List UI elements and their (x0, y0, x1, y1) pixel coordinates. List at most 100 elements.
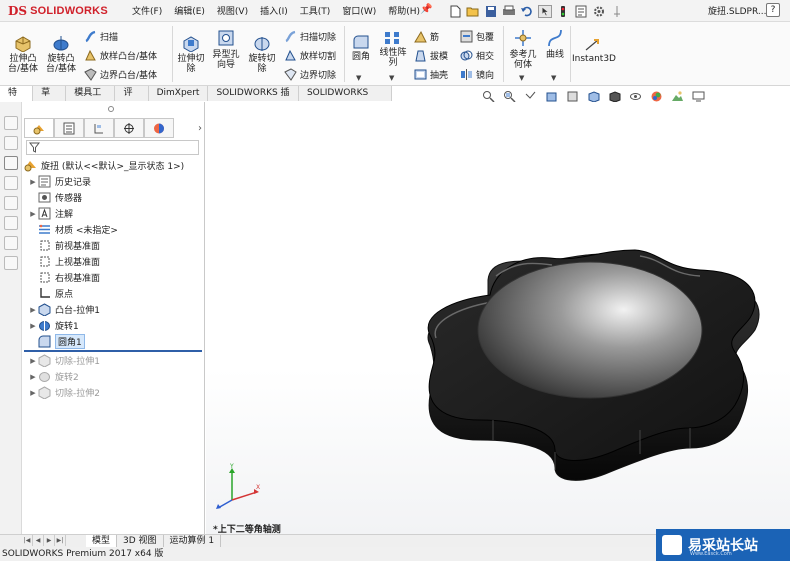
tree-item-boss-extrude1[interactable]: ▶ 凸台-拉伸1 (28, 302, 100, 317)
tree-item-top-plane[interactable]: 上视基准面 (28, 254, 100, 269)
menu-tools[interactable]: 工具(T) (300, 4, 331, 17)
menu-insert[interactable]: 插入(I) (260, 4, 288, 17)
rollback-bar[interactable] (24, 350, 202, 352)
tree-item-material[interactable]: 材质 <未指定> (28, 222, 118, 237)
boundary-cut-button[interactable]: 边界切除 (284, 68, 336, 81)
geometric-tolerance-icon[interactable] (4, 256, 18, 270)
first-tab-icon[interactable]: |◀ (22, 535, 33, 546)
last-tab-icon[interactable]: ▶| (55, 535, 66, 546)
tree-item-revolve2[interactable]: ▶ 旋转2 (28, 369, 79, 384)
pushpin-icon[interactable] (610, 5, 624, 18)
tree-item-history[interactable]: ▶ 历史记录 (28, 174, 91, 189)
tab-configurationmanager[interactable] (84, 118, 114, 138)
loft-cut-button[interactable]: 放样切割 (284, 49, 336, 62)
tree-filter-box[interactable] (26, 140, 199, 155)
tree-item-fillet1[interactable]: 圆角1 (28, 334, 85, 349)
note-icon[interactable] (4, 136, 18, 150)
wrap-button[interactable]: 包覆 (460, 30, 494, 43)
tab-model[interactable]: 模型 (86, 535, 118, 547)
tree-item-sensors[interactable]: 传感器 (28, 190, 82, 205)
weld-symbol-icon[interactable] (4, 216, 18, 230)
tab-mold-tools[interactable]: 模具工具 (66, 86, 116, 113)
fillet-dropdown-icon[interactable]: ▼ (356, 74, 361, 82)
tab-sketch[interactable]: 草图 (33, 86, 67, 113)
loft-boss-button[interactable]: 放样凸台/基体 (84, 49, 157, 62)
next-tab-icon[interactable]: ▶ (44, 535, 55, 546)
undo-icon[interactable] (520, 5, 534, 18)
solidworks-logo[interactable]: DS SOLIDWORKS (8, 3, 108, 19)
expand-arrow-icon[interactable]: ▶ (28, 357, 38, 365)
expand-arrow-icon[interactable]: ▶ (28, 389, 38, 397)
menu-window[interactable]: 窗口(W) (342, 4, 376, 17)
mirror-button[interactable]: 镜向 (460, 68, 494, 81)
select-cursor-icon[interactable] (538, 4, 552, 18)
graphics-area[interactable]: Y X *上下二等角轴测 (206, 102, 790, 547)
open-folder-icon[interactable] (466, 5, 480, 18)
menu-help[interactable]: 帮助(H) (388, 4, 420, 17)
tab-solidworks-mbd[interactable]: SOLIDWORKS MBD (298, 86, 392, 113)
tree-item-cut-extrude1[interactable]: ▶ 切除-拉伸1 (28, 353, 100, 368)
tree-item-origin[interactable]: 原点 (28, 286, 73, 301)
sweep-cut-button[interactable]: 扫描切除 (284, 30, 336, 43)
smart-dimension-icon[interactable] (4, 116, 18, 130)
knob-model[interactable] (206, 102, 790, 547)
balloon-icon[interactable] (4, 176, 18, 190)
tab-scroll-right-icon[interactable]: › (174, 118, 202, 138)
instant3d-button[interactable]: Instant3D (572, 38, 616, 64)
rib-button[interactable]: 筋 (414, 30, 439, 43)
expand-arrow-icon[interactable]: ▶ (28, 306, 38, 314)
expand-arrow-icon[interactable]: ▶ (28, 178, 38, 186)
datum-feature-icon[interactable] (4, 236, 18, 250)
panel-collapse-handle-icon[interactable] (108, 106, 114, 112)
pattern-dropdown-icon[interactable]: ▼ (389, 74, 394, 82)
revolve-boss-button[interactable]: 旋转凸 台/基体 (44, 34, 78, 74)
surface-finish-icon[interactable] (4, 196, 18, 210)
tree-item-front-plane[interactable]: 前视基准面 (28, 238, 100, 253)
tab-dimxpert[interactable]: DimXpert (148, 86, 209, 101)
text-annotation-icon[interactable] (4, 156, 18, 170)
reference-geometry-button[interactable]: 参考几 何体 (506, 28, 540, 70)
print-icon[interactable] (502, 5, 516, 18)
draft-button[interactable]: 拔模 (414, 49, 448, 62)
tree-item-revolve1[interactable]: ▶ 旋转1 (28, 318, 79, 333)
curves-dropdown-icon[interactable]: ▼ (551, 74, 556, 82)
menu-edit[interactable]: 编辑(E) (174, 4, 205, 17)
tab-solidworks-addins[interactable]: SOLIDWORKS 插件 (208, 86, 299, 113)
options-gear-icon[interactable] (592, 5, 606, 18)
boundary-boss-button[interactable]: 边界凸台/基体 (84, 68, 157, 81)
tab-features[interactable]: 特征 (0, 86, 34, 113)
prev-tab-icon[interactable]: ◀ (33, 535, 44, 546)
expand-arrow-icon[interactable]: ▶ (28, 322, 38, 330)
tab-displaymanager[interactable] (144, 118, 174, 138)
sweep-button[interactable]: 扫描 (84, 30, 118, 43)
tree-item-annotations[interactable]: ▶ 注解 (28, 206, 73, 221)
extrude-cut-button[interactable]: 拉伸切 除 (176, 34, 206, 74)
hole-wizard-button[interactable]: 异型孔 向导 (210, 28, 242, 70)
file-properties-icon[interactable] (574, 5, 588, 18)
linear-pattern-button[interactable]: 线性阵 列 (376, 30, 410, 68)
menu-view[interactable]: 视图(V) (217, 4, 248, 17)
expand-arrow-icon[interactable]: ▶ (28, 210, 38, 218)
expand-arrow-icon[interactable]: ▶ (28, 373, 38, 381)
tab-3d-view[interactable]: 3D 视图 (117, 535, 164, 547)
tab-dimxpertmanager[interactable] (114, 118, 144, 138)
ref-geometry-dropdown-icon[interactable]: ▼ (519, 74, 524, 82)
extrude-boss-button[interactable]: 拉伸凸 台/基体 (6, 34, 40, 74)
menu-file[interactable]: 文件(F) (132, 4, 162, 17)
tree-item-right-plane[interactable]: 右视基准面 (28, 270, 100, 285)
save-icon[interactable] (484, 5, 498, 18)
tab-evaluate[interactable]: 评估 (115, 86, 149, 113)
shell-button[interactable]: 抽壳 (414, 68, 448, 81)
revolve-cut-button[interactable]: 旋转切 除 (246, 34, 278, 74)
tree-item-cut-extrude2[interactable]: ▶ 切除-拉伸2 (28, 385, 100, 400)
new-document-icon[interactable] (448, 5, 462, 18)
tree-root-part[interactable]: 旋扭 (默认<<默认>_显示状态 1>) (24, 158, 184, 173)
curves-button[interactable]: 曲线 (542, 28, 568, 60)
help-button[interactable]: ? (766, 3, 780, 17)
fillet-button[interactable]: 圆角 (348, 34, 374, 62)
tab-motion-study[interactable]: 运动算例 1 (164, 535, 222, 547)
pin-icon[interactable]: 📌 (420, 4, 432, 15)
intersect-button[interactable]: 相交 (460, 49, 494, 62)
tab-propertymanager[interactable] (54, 118, 84, 138)
tab-featuremanager[interactable] (24, 118, 54, 138)
